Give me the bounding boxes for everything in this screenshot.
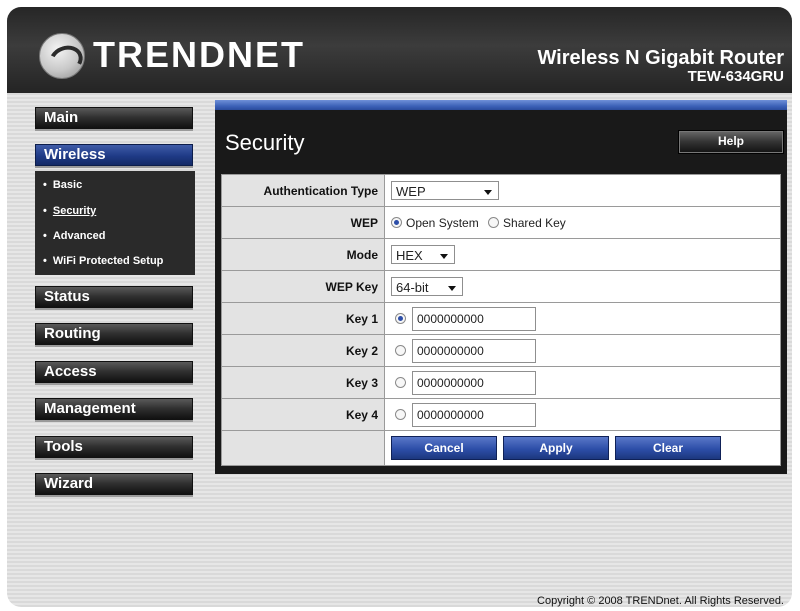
wep-key-select[interactable]: 64-bit: [391, 277, 463, 296]
nav-routing[interactable]: Routing: [35, 323, 193, 345]
key-2-radio[interactable]: [395, 345, 406, 356]
auth-type-select[interactable]: WEP: [391, 181, 499, 200]
open-system-label: Open System: [406, 215, 479, 230]
open-system-radio[interactable]: [391, 217, 402, 229]
mode-value: HEX: [396, 248, 423, 263]
submenu-advanced[interactable]: • Advanced: [43, 230, 105, 242]
nav-status[interactable]: Status: [35, 286, 193, 308]
form-row-key-4: Key 4 0000000000: [221, 398, 781, 431]
product-name: Wireless N Gigabit Router: [537, 47, 784, 69]
key-4-radio[interactable]: [395, 409, 406, 420]
form-row-key-1: Key 1 0000000000: [221, 302, 781, 335]
submenu-basic[interactable]: • Basic: [43, 179, 82, 191]
nav-main[interactable]: Main: [35, 107, 193, 129]
auth-type-value: WEP: [396, 184, 426, 199]
key-2-input[interactable]: 0000000000: [412, 338, 536, 363]
shared-key-label: Shared Key: [503, 215, 566, 230]
model-number: TEW-634GRU: [687, 68, 784, 85]
key-3-input[interactable]: 0000000000: [412, 370, 536, 395]
key-1-label: Key 1: [221, 302, 385, 335]
page-title: Security: [225, 130, 305, 155]
apply-button[interactable]: Apply: [503, 436, 609, 460]
help-button[interactable]: Help: [678, 130, 784, 154]
wireless-submenu: • Basic • Security • Advanced • WiFi Protect…: [35, 171, 195, 275]
form-row-wep-key: WEP Key 64-bit: [221, 270, 781, 303]
key-2-label: Key 2: [221, 334, 385, 367]
copyright-text: Copyright © 2008 TRENDnet. All Rights Re…: [537, 595, 784, 607]
key-1-input[interactable]: 0000000000: [412, 306, 536, 331]
form-row-key-3: Key 3 0000000000: [221, 366, 781, 399]
wep-key-label: WEP Key: [221, 270, 385, 303]
chevron-down-icon: [448, 286, 456, 291]
shared-key-radio[interactable]: [488, 217, 500, 229]
form-row-buttons: Cancel Apply Clear: [221, 430, 781, 466]
brand-name: TRENDNET: [93, 34, 305, 75]
panel-top-bar: [215, 100, 787, 110]
mode-label: Mode: [221, 238, 385, 271]
nav-management[interactable]: Management: [35, 398, 193, 420]
submenu-security[interactable]: • Security: [43, 205, 96, 217]
wep-label: WEP: [221, 206, 385, 239]
auth-type-label: Authentication Type: [221, 174, 385, 207]
cancel-button[interactable]: Cancel: [391, 436, 497, 460]
key-4-label: Key 4: [221, 398, 385, 431]
bullet-icon: •: [43, 255, 47, 267]
security-form: Authentication Type WEP WEP Open System …: [221, 174, 781, 466]
chevron-down-icon: [484, 190, 492, 195]
clear-button[interactable]: Clear: [615, 436, 721, 460]
wep-key-value: 64-bit: [396, 280, 429, 295]
submenu-wifi-protected-setup[interactable]: • WiFi Protected Setup: [43, 255, 163, 267]
key-3-radio[interactable]: [395, 377, 406, 388]
chevron-down-icon: [440, 254, 448, 259]
header: TRENDNET Wireless N Gigabit Router TEW-6…: [7, 7, 792, 93]
logo-icon: [39, 33, 87, 79]
key-1-radio[interactable]: [395, 313, 406, 324]
mode-select[interactable]: HEX: [391, 245, 455, 264]
nav-wizard[interactable]: Wizard: [35, 473, 193, 495]
bullet-icon: •: [43, 205, 47, 217]
bullet-icon: •: [43, 179, 47, 191]
key-4-input[interactable]: 0000000000: [412, 402, 536, 427]
bullet-icon: •: [43, 230, 47, 242]
form-row-wep: WEP Open System Shared Key: [221, 206, 781, 239]
key-3-label: Key 3: [221, 366, 385, 399]
form-row-key-2: Key 2 0000000000: [221, 334, 781, 367]
security-panel: Security Help Authentication Type WEP WE…: [215, 110, 787, 474]
nav-wireless[interactable]: Wireless: [35, 144, 193, 166]
nav-tools[interactable]: Tools: [35, 436, 193, 458]
form-row-auth-type: Authentication Type WEP: [221, 174, 781, 207]
trendnet-logo: TRENDNET: [39, 33, 303, 79]
form-row-mode: Mode HEX: [221, 238, 781, 271]
nav-access[interactable]: Access: [35, 361, 193, 383]
page-frame: TRENDNET Wireless N Gigabit Router TEW-6…: [7, 7, 792, 607]
